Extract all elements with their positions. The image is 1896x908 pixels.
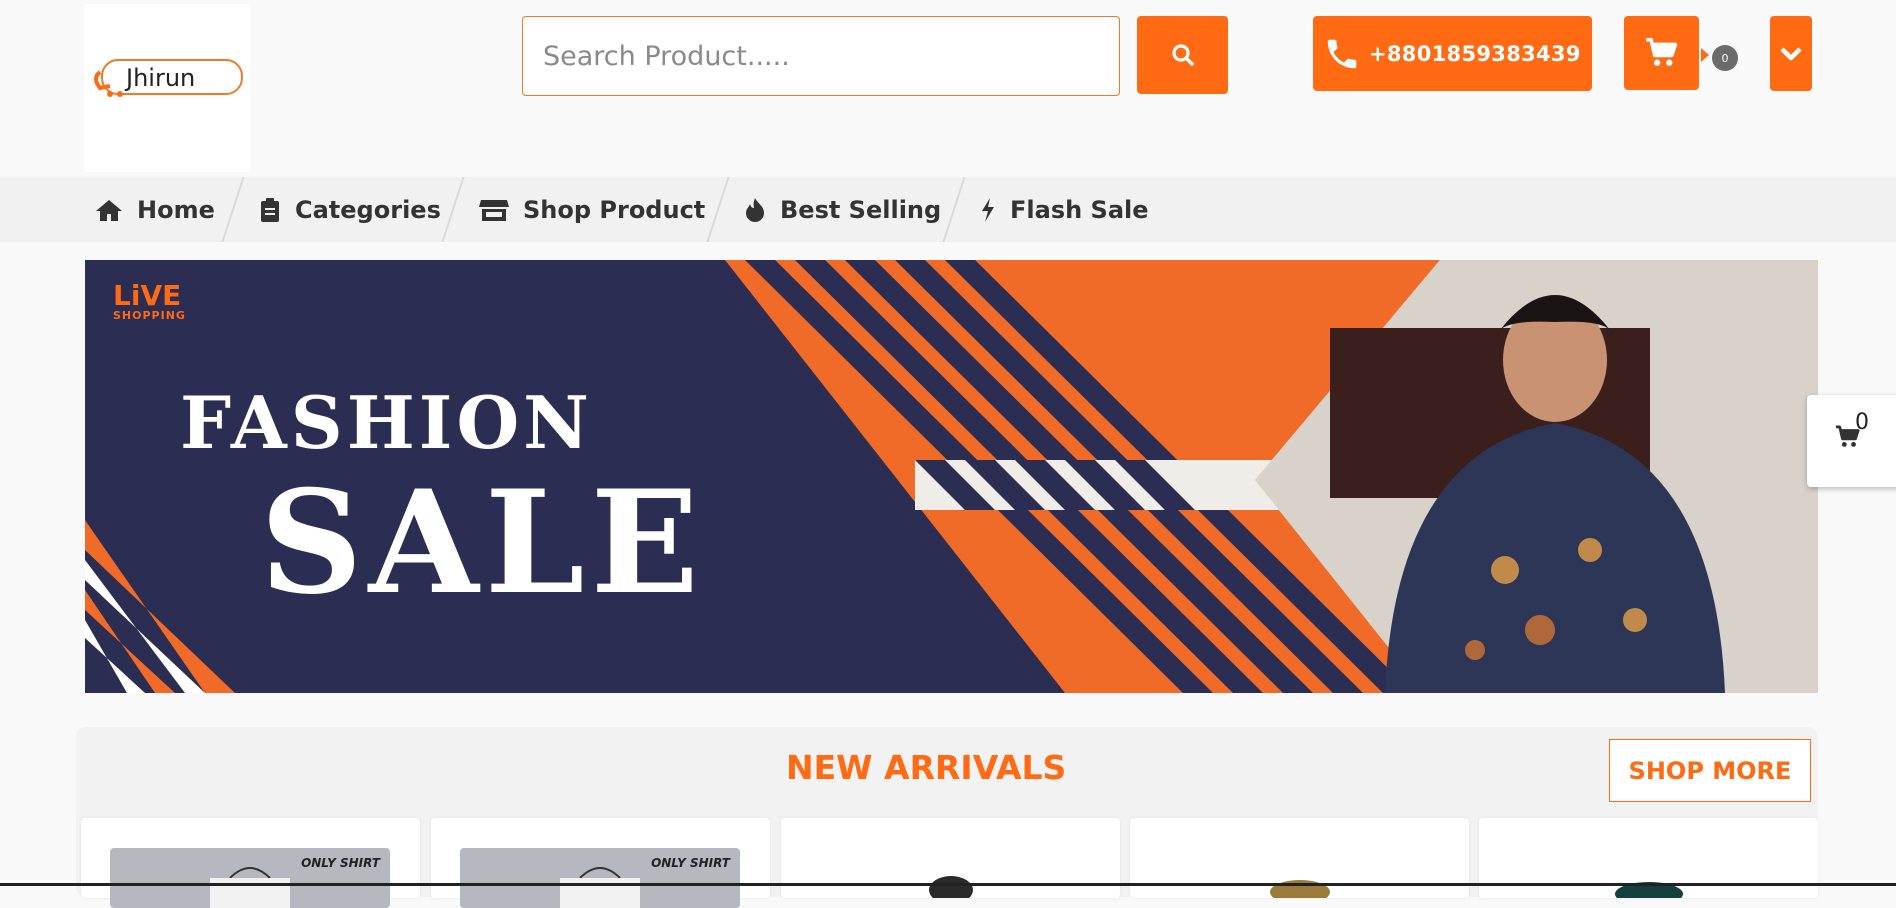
phone-button[interactable]: +8801859383439 [1313,16,1592,91]
phone-icon [1327,39,1357,68]
cart-button[interactable] [1624,16,1699,90]
section-title: NEW ARRIVALS [786,748,1067,787]
live-logo-subtext: SHOPPING [113,309,186,322]
product-image[interactable] [1479,818,1818,898]
nav-item-categories[interactable]: Categories [259,177,441,242]
fire-icon [746,197,764,222]
main-nav: Home Categories Shop Product Best Sellin… [0,177,1896,242]
banner-title-line1: FASHION [180,380,593,465]
bolt-icon [982,197,994,222]
floating-cart-button[interactable] [1807,395,1896,487]
floating-cart-count: 0 [1855,410,1869,435]
nav-item-flash-sale[interactable]: Flash Sale [980,177,1149,242]
live-logo-text: LiVE [113,279,182,312]
product-tag: ONLY SHIRT [301,856,380,870]
hero-banner[interactable]: LiVE SHOPPING FASHION SALE [85,260,1818,693]
product-card[interactable]: ONLY SHIRT [81,818,420,908]
search-button[interactable] [1137,16,1228,94]
nav-item-shop-product[interactable]: Shop Product [479,177,705,242]
account-dropdown-button[interactable] [1770,16,1812,91]
banner-title-line2: SALE [260,460,705,626]
cart-count-badge: 0 [1712,45,1738,71]
nav-label: Best Selling [780,195,942,224]
nav-item-home[interactable]: Home [95,177,215,242]
product-card[interactable] [1130,818,1469,898]
cart-badge-pointer [1701,48,1709,62]
nav-label: Categories [295,195,441,224]
product-card[interactable]: ONLY SHIRT [431,818,770,908]
shop-more-button[interactable]: SHOP MORE [1609,739,1811,802]
clipboard-icon [261,197,279,222]
product-tag: ONLY SHIRT [651,856,730,870]
product-image[interactable] [1130,818,1469,898]
nav-label: Flash Sale [1010,195,1149,224]
svg-text:Jhirun: Jhirun [124,64,195,92]
nav-label: Home [137,195,215,224]
cart-icon [1645,37,1677,66]
site-logo[interactable]: Jhirun [88,58,246,100]
search-icon [1171,44,1194,66]
product-image[interactable]: ONLY SHIRT [460,848,740,908]
live-shopping-logo: LiVE SHOPPING [113,279,186,322]
product-card[interactable] [781,818,1120,898]
store-icon [479,199,509,221]
product-image[interactable] [781,818,1120,898]
home-icon [96,199,122,221]
product-image[interactable]: ONLY SHIRT [110,848,390,908]
search-input[interactable] [522,16,1120,96]
product-card[interactable] [1479,818,1818,898]
chevron-down-icon [1780,46,1802,60]
nav-item-best-selling[interactable]: Best Selling [744,177,941,242]
nav-label: Shop Product [523,195,706,224]
phone-number: +8801859383439 [1369,41,1581,66]
